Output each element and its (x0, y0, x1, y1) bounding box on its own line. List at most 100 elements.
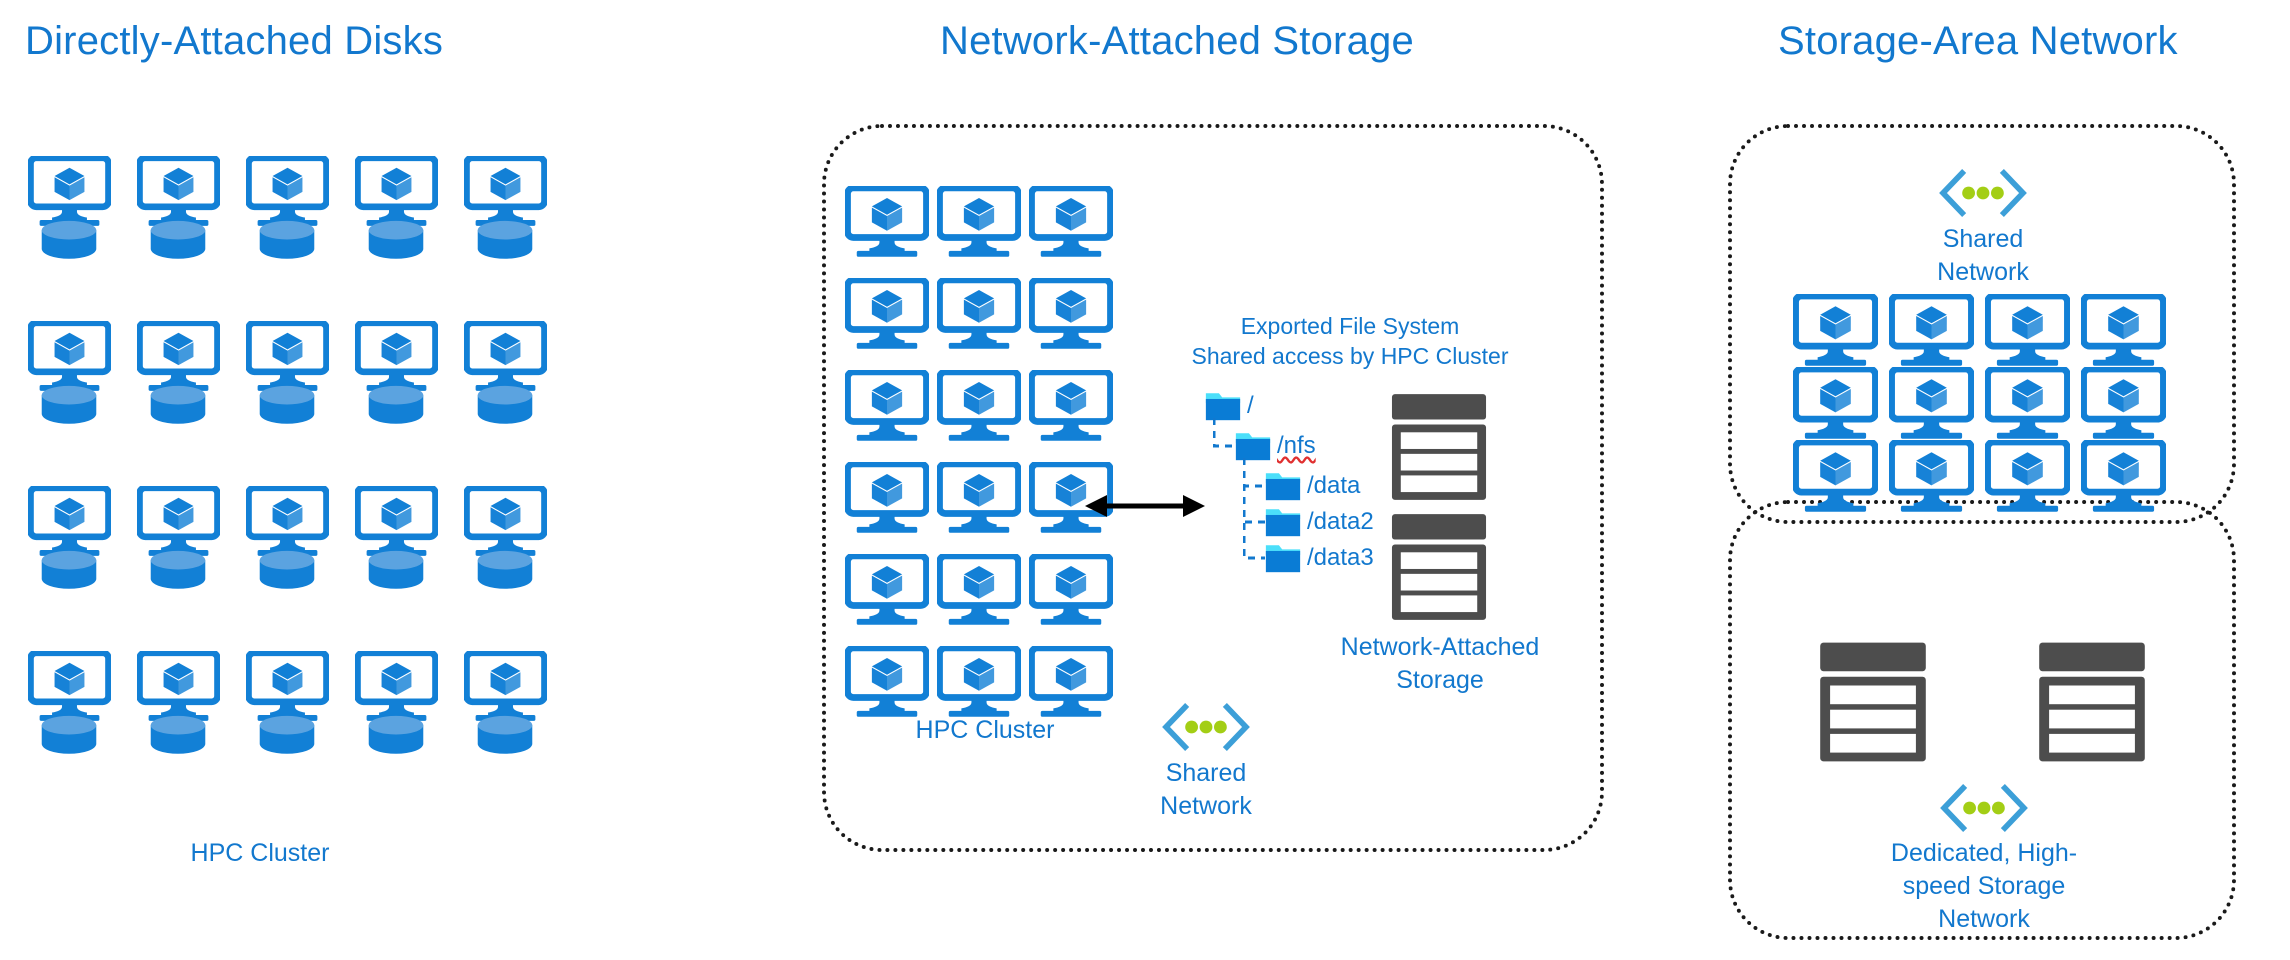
shared-network-label-middle-line1: Shared (1165, 759, 1247, 787)
dedicated-storage-network-label-line3: Network (1938, 905, 2030, 933)
vm-node-icon (937, 646, 1021, 717)
vm-node-icon (1793, 440, 1878, 512)
nas-storage-label-line1: Network-Attached (1340, 633, 1540, 661)
vm-node-icon (1793, 294, 1878, 366)
panel-title-directly-attached-disks: Directly-Attached Disks (25, 19, 444, 63)
vm-node-icon (845, 646, 929, 717)
nas-storage-unit-2 (1390, 512, 1488, 622)
folder-icon (1265, 542, 1301, 573)
attached-disk-icon (365, 550, 427, 589)
dedicated-storage-network-label-line2: speed Storage (1902, 872, 2066, 900)
vm-node-icon (246, 321, 329, 391)
cluster-storage-link-arrow (1085, 492, 1205, 520)
folder-path-label: /data3 (1307, 544, 1374, 571)
attached-disk-icon (256, 385, 318, 424)
vm-node-icon (137, 651, 220, 721)
vm-node-icon (137, 321, 220, 391)
vm-node-icon (1793, 367, 1878, 439)
attached-disk-icon (256, 550, 318, 589)
attached-disk-icon (365, 220, 427, 259)
vm-node-icon (845, 186, 929, 257)
vm-node-icon (937, 186, 1021, 257)
attached-disk-icon (147, 715, 209, 754)
vm-node-icon (1889, 440, 1974, 512)
vm-node-icon (845, 278, 929, 349)
hpc-cluster-label-middle: HPC Cluster (915, 716, 1055, 744)
vm-node-icon (845, 462, 929, 533)
vm-node-icon (28, 651, 111, 721)
vm-node-icon (355, 156, 438, 226)
attached-disk-icon (256, 220, 318, 259)
attached-disk-icon (256, 715, 318, 754)
nas-storage-unit-1 (1390, 392, 1488, 502)
exported-filesystem-heading-line2: Shared access by HPC Cluster (1191, 343, 1509, 369)
vm-node-icon (246, 651, 329, 721)
vm-node-icon (355, 486, 438, 556)
vm-node-icon (464, 321, 547, 391)
vm-node-icon (137, 156, 220, 226)
attached-disk-icon (365, 385, 427, 424)
attached-disk-icon (365, 715, 427, 754)
vm-node-icon (1029, 186, 1113, 257)
attached-disk-icon (38, 550, 100, 589)
diagram-canvas: Directly-Attached Disks HPC Cluster Netw… (0, 0, 2290, 960)
vm-node-icon (1889, 294, 1974, 366)
folder-path-label: /nfs (1277, 432, 1316, 459)
vm-node-icon (464, 486, 547, 556)
vm-node-icon (937, 278, 1021, 349)
attached-disk-icon (474, 715, 536, 754)
shared-network-icon-right (1935, 168, 2031, 218)
vm-node-icon (137, 486, 220, 556)
vm-node-icon (1029, 370, 1113, 441)
vm-node-icon (1985, 294, 2070, 366)
folder-path-label: /data2 (1307, 508, 1374, 535)
folder-icon (1235, 430, 1271, 461)
attached-disk-icon (38, 220, 100, 259)
vm-node-icon (845, 554, 929, 625)
vm-node-icon (464, 156, 547, 226)
vm-node-icon (28, 156, 111, 226)
vm-node-icon (1985, 440, 2070, 512)
attached-disk-icon (38, 385, 100, 424)
san-storage-unit-2 (2037, 640, 2147, 764)
vm-node-icon (28, 321, 111, 391)
vm-node-icon (1029, 646, 1113, 717)
attached-disk-icon (147, 385, 209, 424)
vm-node-icon (246, 486, 329, 556)
vm-node-icon (28, 486, 111, 556)
dedicated-storage-network-icon (1936, 783, 2032, 833)
vm-node-icon (2081, 367, 2166, 439)
folder-path-label: / (1247, 392, 1254, 419)
dedicated-storage-network-label-line1: Dedicated, High- (1890, 839, 2078, 867)
hpc-cluster-label-left: HPC Cluster (190, 839, 330, 867)
vm-node-icon (355, 321, 438, 391)
attached-disk-icon (474, 385, 536, 424)
san-storage-unit-1 (1818, 640, 1928, 764)
tree-connector (1212, 418, 1237, 448)
nas-storage-label-line2: Storage (1396, 666, 1484, 694)
panel-title-storage-area-network: Storage-Area Network (1778, 19, 2178, 63)
attached-disk-icon (474, 550, 536, 589)
vm-node-icon (2081, 440, 2166, 512)
vm-node-icon (2081, 294, 2166, 366)
vm-node-icon (845, 370, 929, 441)
shared-network-icon-middle (1158, 702, 1254, 752)
attached-disk-icon (38, 715, 100, 754)
vm-node-icon (355, 651, 438, 721)
shared-network-label-right-line2: Network (1937, 258, 2029, 286)
shared-network-label-right-line1: Shared (1942, 225, 2024, 253)
vm-node-icon (464, 651, 547, 721)
attached-disk-icon (147, 550, 209, 589)
shared-network-label-middle-line2: Network (1160, 792, 1252, 820)
vm-node-icon (937, 370, 1021, 441)
vm-node-icon (937, 462, 1021, 533)
vm-node-icon (1889, 367, 1974, 439)
folder-icon (1265, 470, 1301, 501)
folder-icon (1205, 390, 1241, 421)
exported-filesystem-heading-line1: Exported File System (1240, 313, 1460, 339)
vm-node-icon (1029, 554, 1113, 625)
vm-node-icon (1029, 278, 1113, 349)
folder-icon (1265, 506, 1301, 537)
folder-path-label: /data (1307, 472, 1361, 499)
panel-title-network-attached-storage: Network-Attached Storage (940, 19, 1414, 63)
